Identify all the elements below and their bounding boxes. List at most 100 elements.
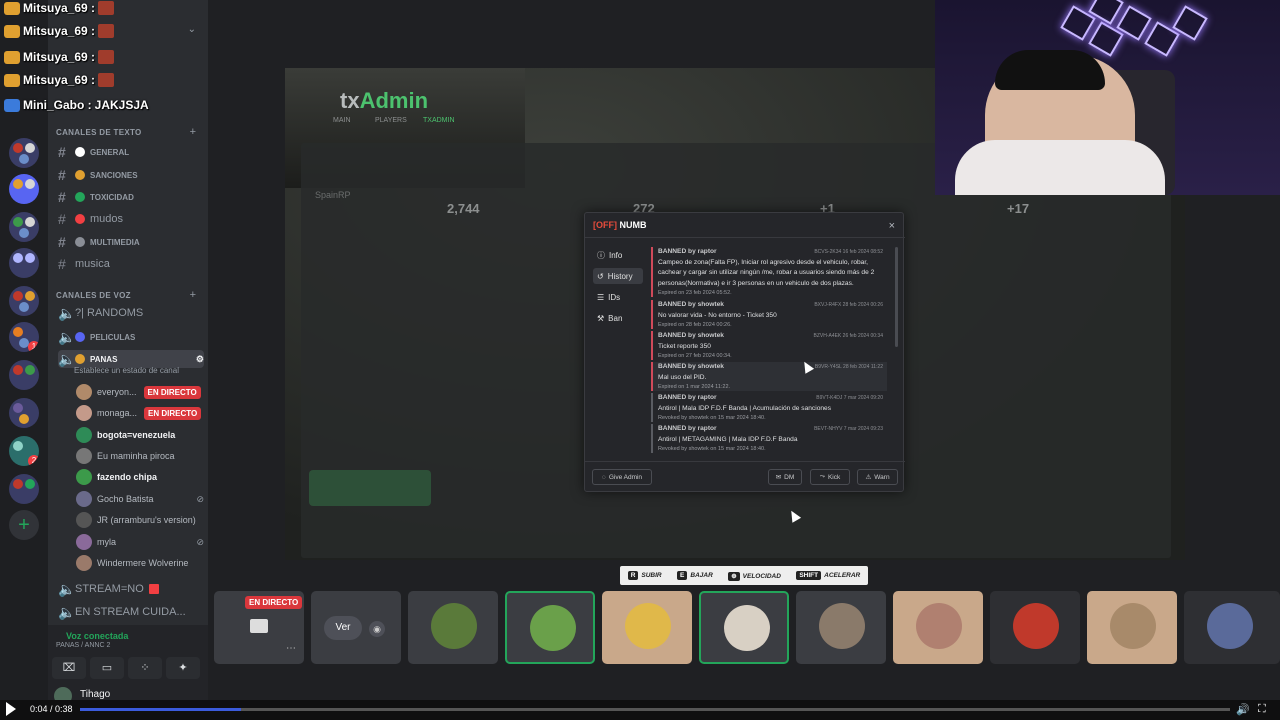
live-badge: EN DIRECTO xyxy=(245,596,303,609)
server-icon[interactable]: 2 xyxy=(9,436,39,466)
monitor-icon xyxy=(250,619,268,633)
channel-mudos[interactable]: # mudos xyxy=(58,210,204,228)
video-player-bar: 0:04 / 0:38 🔊 ⛶ xyxy=(0,700,1280,720)
participant-tile[interactable] xyxy=(893,591,983,664)
add-server-button[interactable]: + xyxy=(9,510,39,540)
nav-players[interactable]: PLAYERS xyxy=(375,117,407,124)
ban-entry[interactable]: BANNED by showtek BZVH-A4EK 26 feb 2024 … xyxy=(651,331,887,361)
chat-message: Mitsuya_69 : xyxy=(4,50,115,64)
ban-entry[interactable]: BANNED by showtek BXVJ-R4FX 28 feb 2024 … xyxy=(651,300,887,330)
participant-tile[interactable] xyxy=(602,591,692,664)
stat-players: 2,744 xyxy=(447,201,480,216)
watch-button[interactable]: Ver xyxy=(324,616,362,640)
zap-banner[interactable] xyxy=(309,470,431,506)
eye-icon[interactable]: ◉ xyxy=(369,621,385,637)
participant-tile[interactable] xyxy=(1184,591,1280,664)
muted-icon: ⊘ xyxy=(196,493,204,504)
username: Tihago xyxy=(80,689,111,700)
voice-user[interactable]: Gocho Batista ⊘ xyxy=(76,490,204,508)
add-channel-icon[interactable]: + xyxy=(190,126,196,138)
dm-button[interactable]: ✉ DM xyxy=(768,469,802,485)
chat-message: Mitsuya_69 : xyxy=(4,24,115,38)
chat-message: Mitsuya_69 : xyxy=(4,73,115,87)
server-icon[interactable] xyxy=(9,398,39,428)
channel-musica[interactable]: # musica xyxy=(58,255,204,273)
game-controls-hint: R SUBIR E BAJAR ⊕ VELOCIDAD SHIFT ACELERAR xyxy=(620,566,868,585)
participant-tile[interactable] xyxy=(505,591,595,664)
channel-status[interactable]: Establece un estado de canal xyxy=(74,366,179,375)
voice-channel-randoms[interactable]: 🔈 ?| RANDOMS xyxy=(58,304,204,322)
nav-txadmin[interactable]: TXADMIN xyxy=(423,117,455,124)
speaker-icon: 🔈 xyxy=(58,328,76,345)
ban-entry[interactable]: BANNED by raptor B9VT-K4DJ 7 mar 2024 09… xyxy=(651,393,887,423)
live-badge: EN DIRECTO xyxy=(143,385,201,399)
voice-channel-peliculas[interactable]: 🔈 PELICULAS xyxy=(58,328,204,346)
server-icon[interactable] xyxy=(9,138,39,168)
speaker-icon: 🔈 xyxy=(58,580,76,597)
participant-tile[interactable] xyxy=(796,591,886,664)
history-icon: ↺ xyxy=(597,271,604,281)
volume-icon[interactable]: 🔊 xyxy=(1236,703,1250,716)
voice-user[interactable]: monaga... EN DIRECTO xyxy=(76,404,204,422)
play-icon[interactable] xyxy=(6,702,16,716)
muted-icon: ⊘ xyxy=(196,536,204,547)
voice-user[interactable]: myla ⊘ xyxy=(76,533,204,551)
participant-tile[interactable] xyxy=(699,591,789,664)
tab-ban[interactable]: ⚒ Ban xyxy=(593,310,643,326)
voice-user[interactable]: bogota=venezuela xyxy=(76,426,204,444)
voice-user[interactable]: JR (arramburu's version) xyxy=(76,511,204,529)
seek-bar[interactable] xyxy=(80,708,1230,711)
ban-entry[interactable]: BANNED by showtek B9VR-Y4SL 28 feb 2024 … xyxy=(651,362,887,392)
close-icon[interactable]: × xyxy=(889,220,895,232)
participant-tile[interactable] xyxy=(990,591,1080,664)
fullscreen-icon[interactable]: ⛶ xyxy=(1258,703,1266,716)
add-voice-channel-icon[interactable]: + xyxy=(190,289,196,301)
nav-main[interactable]: MAIN xyxy=(333,117,351,124)
video-time: 0:04 / 0:38 xyxy=(30,704,73,714)
voice-channel-stream-cuida[interactable]: 🔈 EN STREAM CUIDA... xyxy=(58,603,204,621)
warn-button[interactable]: ⚠ Warn xyxy=(857,469,898,485)
tab-history[interactable]: ↺ History xyxy=(593,268,643,284)
screen-share-icon[interactable]: ▭ xyxy=(90,657,124,679)
soundboard-icon[interactable]: ✦ xyxy=(166,657,200,679)
server-icon[interactable] xyxy=(9,474,39,504)
voice-user[interactable]: Windermere Wolverine xyxy=(76,554,204,572)
channel-toxicidad[interactable]: # TOXICIDAD xyxy=(58,188,204,206)
seek-progress xyxy=(80,708,241,711)
give-admin-button[interactable]: ◌ Give Admin xyxy=(592,469,652,485)
server-icon[interactable] xyxy=(9,212,39,242)
server-name: SpainRP xyxy=(315,190,351,200)
ban-entry[interactable]: BANNED by raptor BCVS-2K34 16 feb 2024 0… xyxy=(651,247,887,298)
channel-multimedia[interactable]: # MULTIMEDIA xyxy=(58,233,204,251)
channel-sanciones[interactable]: # SANCIONES xyxy=(58,166,204,184)
voice-user[interactable]: everyon... EN DIRECTO xyxy=(76,383,204,401)
server-icon[interactable] xyxy=(9,360,39,390)
participant-tile[interactable] xyxy=(408,591,498,664)
camera-off-icon[interactable]: ⌧ xyxy=(52,657,86,679)
server-icon[interactable] xyxy=(9,286,39,316)
chevron-down-icon[interactable]: ⌄ xyxy=(188,24,196,35)
voice-channel-stream-no[interactable]: 🔈 STREAM=NO xyxy=(58,580,204,598)
chat-message: Mini_Gabo : JAKJSJA xyxy=(4,98,149,112)
voice-status-panel: Voz conectada PANAS / ANNC 2 ⌧ ▭ ⁘ ✦ Tih… xyxy=(48,625,208,705)
server-icon[interactable] xyxy=(9,248,39,278)
info-icon: ⓘ xyxy=(597,250,605,260)
channel-general[interactable]: # GENERAL xyxy=(58,143,204,161)
scrollbar[interactable] xyxy=(895,247,898,347)
stat-growth: +17 xyxy=(1007,201,1030,216)
voice-user[interactable]: fazendo chipa xyxy=(76,468,204,486)
ban-history-list[interactable]: BANNED by raptor BCVS-2K34 16 feb 2024 0… xyxy=(651,247,891,457)
ban-entry[interactable]: BANNED by raptor BEVT-NHYV 7 mar 2024 09… xyxy=(651,424,887,454)
server-icon[interactable] xyxy=(9,174,39,204)
participant-tile[interactable] xyxy=(1087,591,1177,664)
voice-user[interactable]: Eu maminha piroca xyxy=(76,447,204,465)
text-category[interactable]: CANALES DE TEXTO xyxy=(56,128,142,137)
kick-button[interactable]: ⤳ Kick xyxy=(810,469,850,485)
activities-icon[interactable]: ⁘ xyxy=(128,657,162,679)
voice-connected[interactable]: Voz conectada xyxy=(66,631,128,641)
tab-ids[interactable]: ☰ IDs xyxy=(593,289,643,305)
hammer-icon: ⚒ xyxy=(597,313,605,323)
server-icon[interactable]: 1 xyxy=(9,322,39,352)
voice-category[interactable]: CANALES DE VOZ xyxy=(56,291,131,300)
tab-info[interactable]: ⓘ Info xyxy=(593,247,643,263)
